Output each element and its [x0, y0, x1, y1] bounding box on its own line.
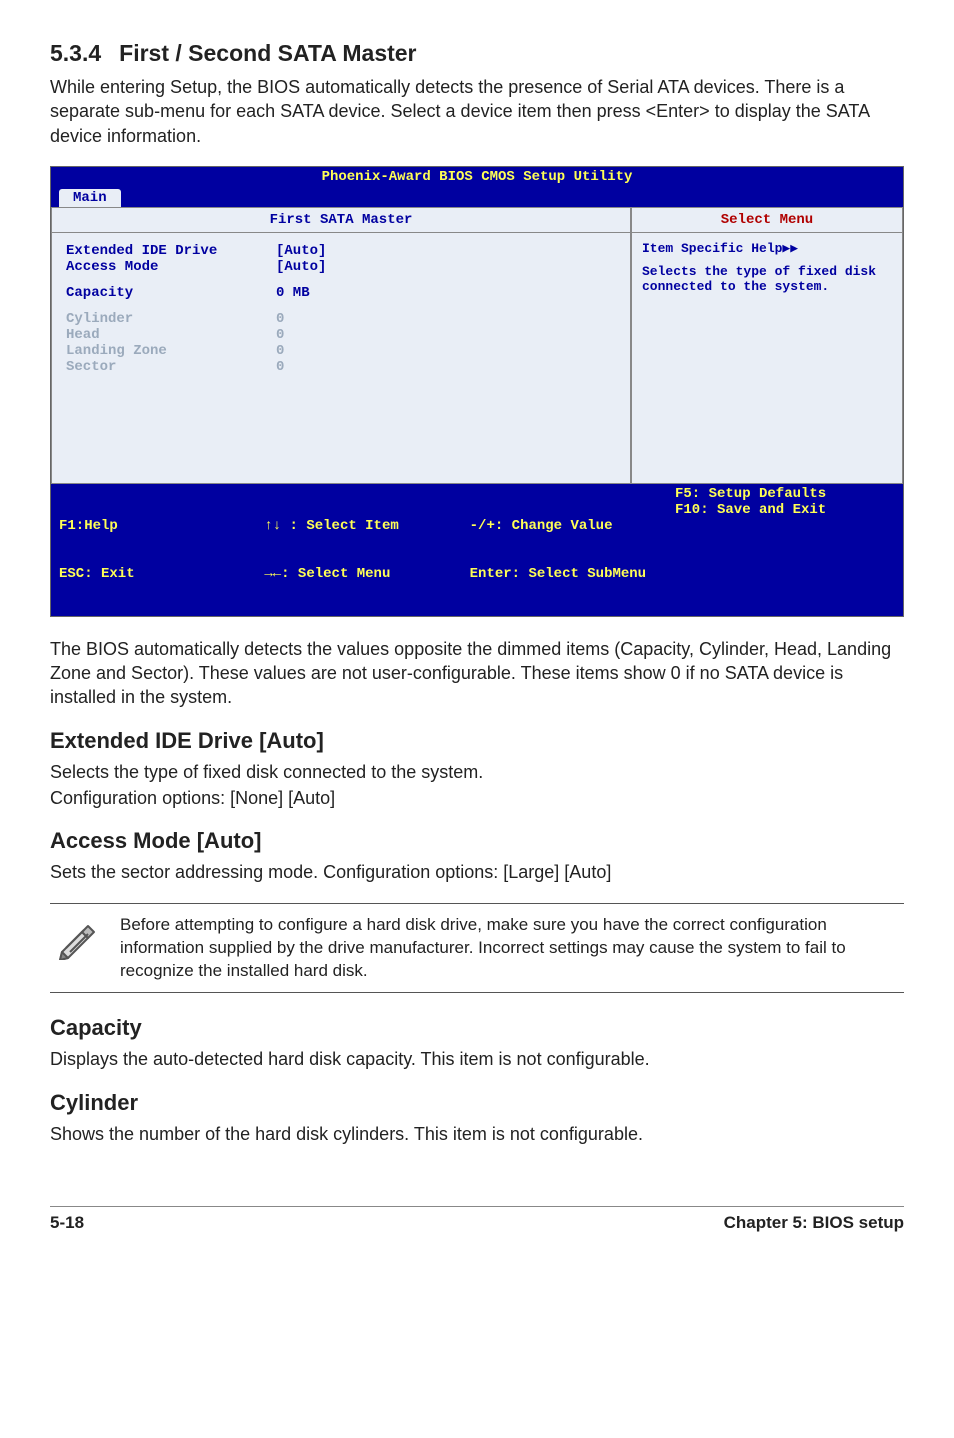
- bios-value-dim: 0: [276, 359, 284, 375]
- bios-row-head: Head 0: [66, 327, 616, 343]
- subsection-cylinder: Cylinder: [50, 1090, 904, 1116]
- cylinder-text: Shows the number of the hard disk cylind…: [50, 1122, 904, 1146]
- bios-value: [Auto]: [276, 243, 326, 259]
- bios-row-sector: Sector 0: [66, 359, 616, 375]
- bios-tab-row: Main: [50, 187, 904, 207]
- page-footer: 5-18 Chapter 5: BIOS setup: [50, 1206, 904, 1233]
- bios-hint-save-exit: F10: Save and Exit: [675, 502, 895, 518]
- bios-row-capacity: Capacity 0 MB: [66, 285, 616, 301]
- bios-hint-select-item: ↑↓ : Select Item: [264, 518, 469, 534]
- extended-ide-text: Selects the type of fixed disk connected…: [50, 760, 904, 784]
- bios-value: 0 MB: [276, 285, 310, 301]
- section-intro: While entering Setup, the BIOS automatic…: [50, 75, 904, 148]
- after-bios-text: The BIOS automatically detects the value…: [50, 637, 904, 710]
- subsection-capacity: Capacity: [50, 1015, 904, 1041]
- pencil-icon: [50, 914, 100, 960]
- subsection-extended-ide: Extended IDE Drive [Auto]: [50, 728, 904, 754]
- bios-help-line1: Item Specific Help▶▶: [642, 241, 892, 256]
- page-number: 5-18: [50, 1213, 84, 1233]
- bios-label: Extended IDE Drive: [66, 243, 276, 259]
- bios-row-cylinder: Cylinder 0: [66, 311, 616, 327]
- bios-hint-select-menu: →←: Select Menu: [264, 566, 469, 582]
- bios-hint-exit: ESC: Exit: [59, 566, 264, 582]
- bios-label-dim: Cylinder: [66, 311, 276, 327]
- bios-panel-title: First SATA Master: [52, 208, 630, 233]
- bios-row-landing-zone: Landing Zone 0: [66, 343, 616, 359]
- bios-value-dim: 0: [276, 311, 284, 327]
- bios-label: Access Mode: [66, 259, 276, 275]
- bios-label: Capacity: [66, 285, 276, 301]
- bios-hint-select-submenu: Enter: Select SubMenu: [470, 566, 675, 582]
- extended-ide-options: Configuration options: [None] [Auto]: [50, 786, 904, 810]
- bios-label-dim: Landing Zone: [66, 343, 276, 359]
- tab-main[interactable]: Main: [59, 189, 121, 207]
- bios-utility-title: Phoenix-Award BIOS CMOS Setup Utility: [50, 166, 904, 187]
- bios-value: [Auto]: [276, 259, 326, 275]
- access-mode-text: Sets the sector addressing mode. Configu…: [50, 860, 904, 884]
- bios-hint-defaults: F5: Setup Defaults: [675, 486, 895, 502]
- bios-hint-help: F1:Help: [59, 518, 264, 534]
- section-title-text: First / Second SATA Master: [119, 40, 416, 66]
- bios-footer: F1:Help ESC: Exit ↑↓ : Select Item →←: S…: [50, 484, 904, 617]
- capacity-text: Displays the auto-detected hard disk cap…: [50, 1047, 904, 1071]
- bios-value-dim: 0: [276, 327, 284, 343]
- note-text: Before attempting to configure a hard di…: [120, 914, 904, 983]
- bios-screenshot: Phoenix-Award BIOS CMOS Setup Utility Ma…: [50, 166, 904, 617]
- subsection-access-mode: Access Mode [Auto]: [50, 828, 904, 854]
- note-block: Before attempting to configure a hard di…: [50, 903, 904, 994]
- bios-help-title: Select Menu: [632, 208, 902, 233]
- section-heading: 5.3.4 First / Second SATA Master: [50, 40, 904, 67]
- chapter-title: Chapter 5: BIOS setup: [724, 1213, 904, 1233]
- bios-label-dim: Head: [66, 327, 276, 343]
- bios-hint-change-value: -/+: Change Value: [470, 518, 675, 534]
- bios-label-dim: Sector: [66, 359, 276, 375]
- bios-row-access-mode[interactable]: Access Mode [Auto]: [66, 259, 616, 275]
- bios-help-body: Selects the type of fixed disk connected…: [642, 264, 892, 294]
- bios-value-dim: 0: [276, 343, 284, 359]
- section-number: 5.3.4: [50, 40, 101, 67]
- bios-row-extended-ide[interactable]: Extended IDE Drive [Auto]: [66, 243, 616, 259]
